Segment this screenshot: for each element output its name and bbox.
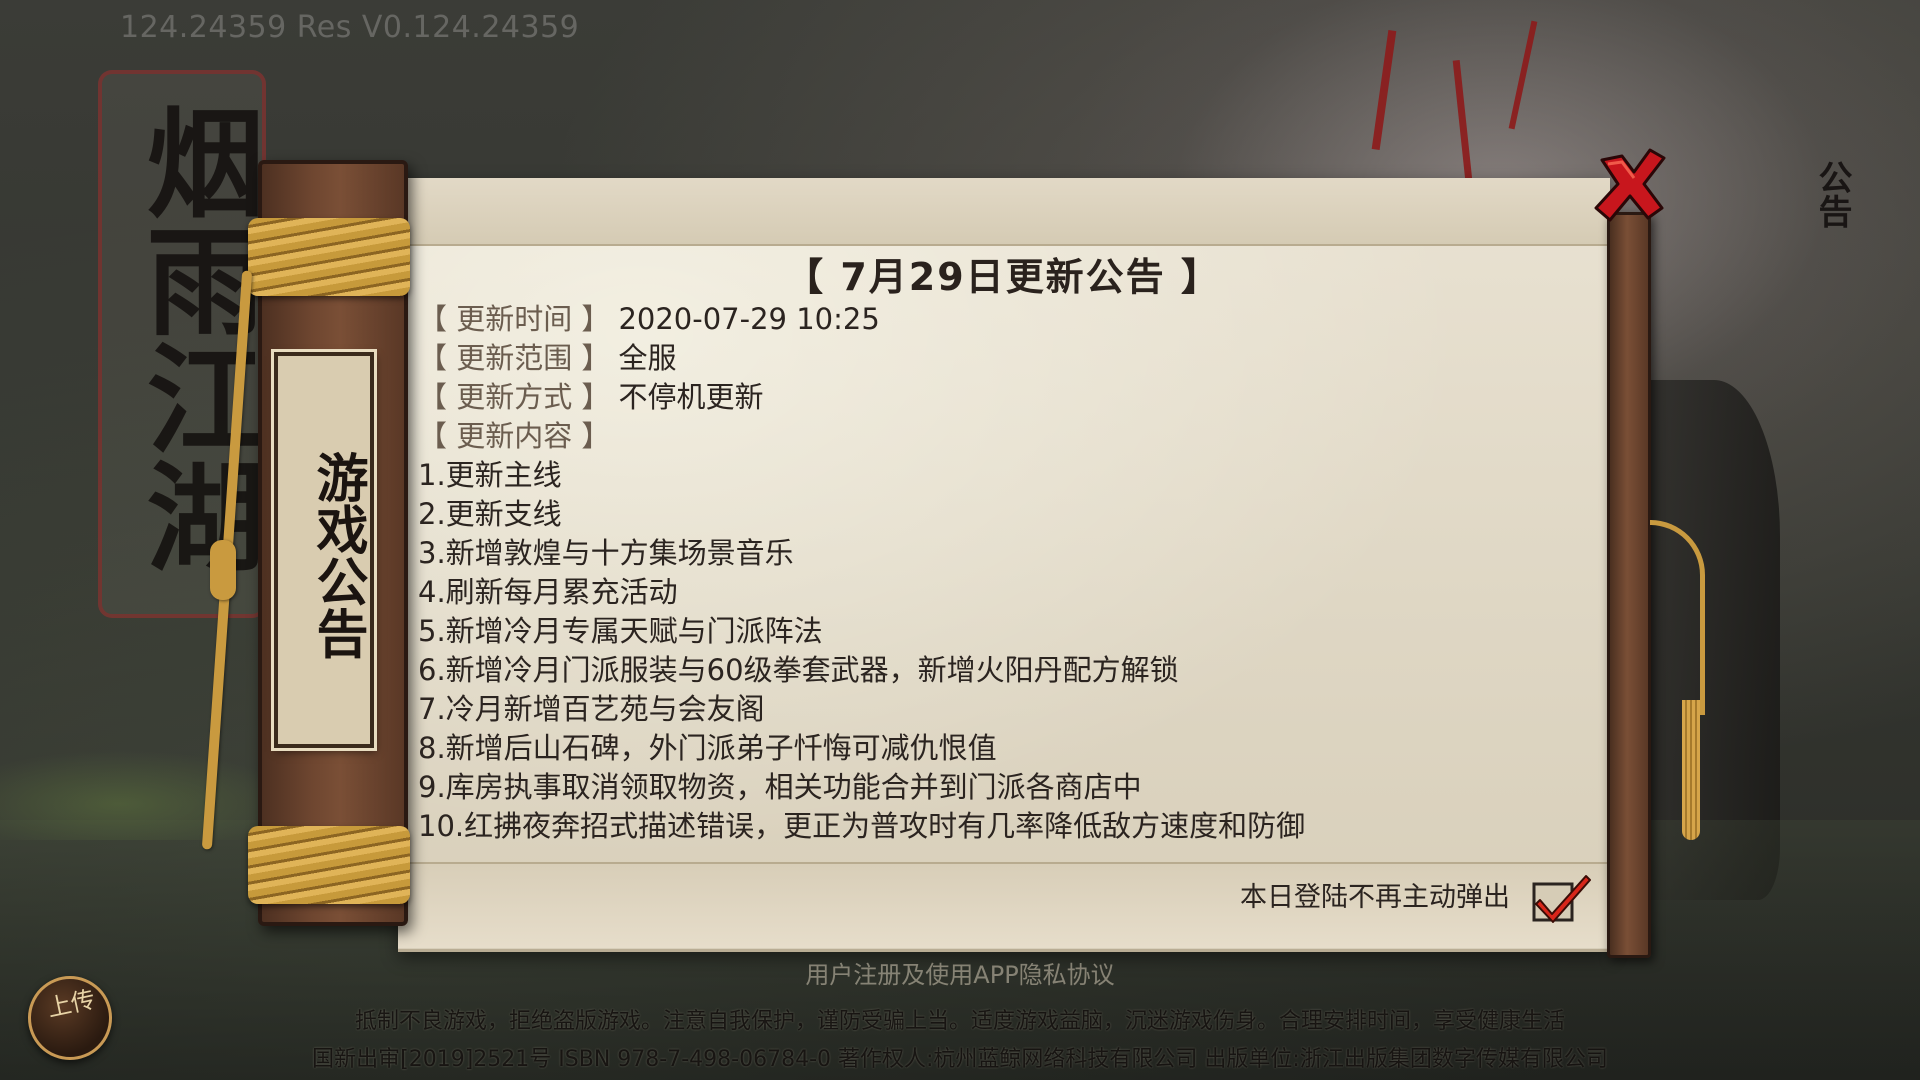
list-item: 5.新增冷月专属天赋与门派阵法 [418,614,823,648]
announcement-side-button[interactable]: 公告 [1784,160,1854,260]
checkmark-icon [1532,875,1591,923]
publication-notice: 国新出审[2019]2521号 ISBN 978-7-498-06784-0 著… [312,1047,1608,1072]
no-popup-label: 本日登陆不再主动弹出 [1240,882,1510,913]
scroll-top-band [398,178,1610,246]
close-button[interactable] [1588,142,1672,226]
list-item: 4.刷新每月累充活动 [418,575,678,609]
meta-update-method: 【 更新方式 】不停机更新 [418,378,763,416]
health-gaming-notice: 抵制不良游戏，拒绝盗版游戏。注意自我保护，谨防受骗上当。适度游戏益脑，沉迷游戏伤… [354,1009,1565,1034]
tassel [1682,700,1700,840]
list-item: 7.冷月新增百艺苑与会友阁 [418,692,765,726]
scroll-right-rod [1607,212,1651,958]
meta-value: 全服 [618,341,677,375]
rope-knot [210,540,236,600]
upload-button[interactable]: 上传 [28,976,112,1060]
list-item: 6.新增冷月门派服装与60级拳套武器，新增火阳丹配方解锁 [418,653,1179,687]
meta-update-time: 【 更新时间 】 2020-07-29 10:25 [418,300,880,338]
list-item: 1.更新主线 [418,458,562,492]
close-icon [1594,148,1666,222]
list-item: 8.新增后山石碑，外门派弟子忏悔可减仇恨值 [418,731,997,765]
version-text: 124.24359 Res V0.124.24359 [120,10,580,45]
announcement-content[interactable]: 【 7月29日更新公告 】 【 更新时间 】 2020-07-29 10:25 【… [418,246,1588,858]
list-item: 10.红拂夜奔招式描述错误，更正为普攻时有几率降低敌方速度和防御 [418,809,1306,843]
meta-update-content: 【 更新内容 】 [418,417,618,455]
meta-value: 2020-07-29 10:25 [618,302,880,336]
rope-binding-bottom [248,826,410,904]
rope-binding-top [248,218,410,296]
game-screen: 124.24359 Res V0.124.24359 烟雨江湖 公告 游戏公告 … [0,0,1920,1080]
no-popup-checkbox[interactable] [1528,870,1594,926]
meta-label: 【 更新方式 】 [418,380,611,414]
meta-label: 【 更新时间 】 [418,302,611,336]
tassel-cord [1650,520,1705,715]
meta-update-scope: 【 更新范围 】全服 [418,339,676,377]
list-item: 2.更新支线 [418,497,562,531]
board-label: 游戏公告 [307,451,368,659]
meta-value: 不停机更新 [618,380,764,414]
list-item: 3.新增敦煌与十方集场景音乐 [418,536,794,570]
meta-label: 【 更新内容 】 [418,419,611,453]
list-item: 9.库房执事取消领取物资，相关功能合并到门派各商店中 [418,770,1142,804]
privacy-agreement-link[interactable]: 用户注册及使用APP隐私协议 [0,960,1920,990]
announcement-title: 【 7月29日更新公告 】 [785,255,1221,299]
meta-label: 【 更新范围 】 [418,341,611,375]
